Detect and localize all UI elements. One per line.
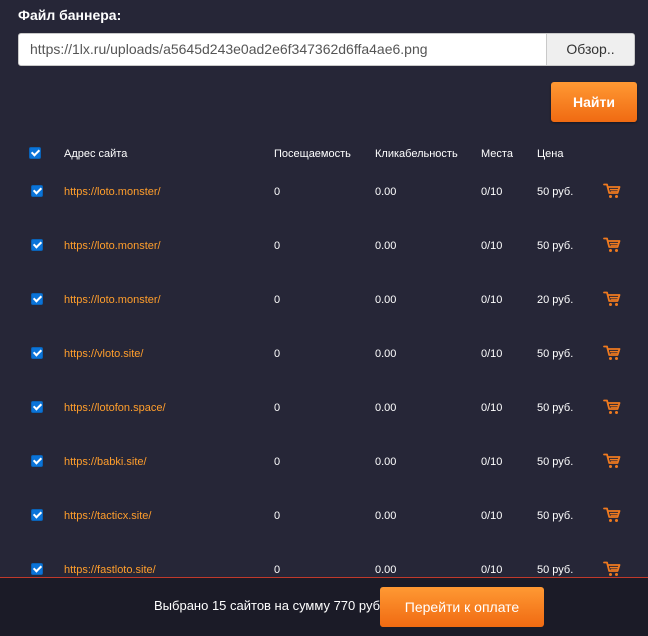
checkout-footer: Выбрано 15 сайтов на сумму 770 руб. Пере… <box>0 577 648 636</box>
slots-value: 0/10 <box>481 294 503 306</box>
row-checkbox[interactable] <box>31 185 43 197</box>
traffic-value: 0 <box>274 402 281 414</box>
row-checkbox[interactable] <box>31 401 43 413</box>
header-ctr: Кликабельность <box>375 148 458 160</box>
ctr-value: 0.00 <box>375 348 397 360</box>
slots-value: 0/10 <box>481 402 503 414</box>
browse-button[interactable]: Обзор.. <box>546 34 634 65</box>
price-value: 50 руб. <box>537 240 574 252</box>
site-link[interactable]: https://loto.monster/ <box>64 185 161 199</box>
banner-file-path[interactable]: https://1lx.ru/uploads/a5645d243e0ad2e6f… <box>30 34 428 65</box>
cart-icon[interactable] <box>603 507 621 523</box>
row-checkbox[interactable] <box>31 347 43 359</box>
table-row: https://tacticx.site/ 0 0.00 0/10 50 руб… <box>0 507 648 529</box>
cart-icon[interactable] <box>603 345 621 361</box>
slots-value: 0/10 <box>481 348 503 360</box>
slots-value: 0/10 <box>481 240 503 252</box>
price-value: 50 руб. <box>537 186 574 198</box>
price-value: 20 руб. <box>537 294 574 306</box>
site-link[interactable]: https://fastloto.site/ <box>64 563 156 577</box>
slots-value: 0/10 <box>481 510 503 522</box>
site-link[interactable]: https://loto.monster/ <box>64 293 161 307</box>
ctr-value: 0.00 <box>375 240 397 252</box>
ctr-value: 0.00 <box>375 402 397 414</box>
header-address: Адрес сайта <box>64 148 128 160</box>
row-checkbox[interactable] <box>31 455 43 467</box>
find-button[interactable]: Найти <box>551 82 637 122</box>
table-row: https://loto.monster/ 0 0.00 0/10 50 руб… <box>0 183 648 205</box>
selection-summary: Выбрано 15 сайтов на сумму 770 руб. <box>154 598 384 613</box>
traffic-value: 0 <box>274 240 281 252</box>
site-link[interactable]: https://lotofon.space/ <box>64 401 166 415</box>
site-link[interactable]: https://loto.monster/ <box>64 239 161 253</box>
price-value: 50 руб. <box>537 510 574 522</box>
cart-icon[interactable] <box>603 399 621 415</box>
row-checkbox[interactable] <box>31 239 43 251</box>
price-value: 50 руб. <box>537 402 574 414</box>
price-value: 50 руб. <box>537 564 574 576</box>
ctr-value: 0.00 <box>375 564 397 576</box>
table-row: https://lotofon.space/ 0 0.00 0/10 50 ру… <box>0 399 648 421</box>
price-value: 50 руб. <box>537 456 574 468</box>
header-slots: Места <box>481 148 513 160</box>
select-all-checkbox[interactable] <box>29 147 41 159</box>
table-row: https://babki.site/ 0 0.00 0/10 50 руб. <box>0 453 648 475</box>
cart-icon[interactable] <box>603 291 621 307</box>
traffic-value: 0 <box>274 294 281 306</box>
cart-icon[interactable] <box>603 453 621 469</box>
table-row: https://loto.monster/ 0 0.00 0/10 20 руб… <box>0 291 648 313</box>
traffic-value: 0 <box>274 510 281 522</box>
site-link[interactable]: https://vloto.site/ <box>64 347 143 361</box>
ctr-value: 0.00 <box>375 456 397 468</box>
row-checkbox[interactable] <box>31 509 43 521</box>
header-traffic: Посещаемость <box>274 148 351 160</box>
cart-icon[interactable] <box>603 561 621 577</box>
ctr-value: 0.00 <box>375 186 397 198</box>
slots-value: 0/10 <box>481 186 503 198</box>
traffic-value: 0 <box>274 186 281 198</box>
cart-icon[interactable] <box>603 237 621 253</box>
header-price: Цена <box>537 148 564 160</box>
banner-file-label: Файл баннера: <box>18 7 122 23</box>
slots-value: 0/10 <box>481 456 503 468</box>
traffic-value: 0 <box>274 564 281 576</box>
site-link[interactable]: https://babki.site/ <box>64 455 147 469</box>
traffic-value: 0 <box>274 456 281 468</box>
table-row: https://vloto.site/ 0 0.00 0/10 50 руб. <box>0 345 648 367</box>
proceed-to-payment-button[interactable]: Перейти к оплате <box>380 587 544 627</box>
slots-value: 0/10 <box>481 564 503 576</box>
banner-file-input[interactable]: https://1lx.ru/uploads/a5645d243e0ad2e6f… <box>18 33 635 66</box>
traffic-value: 0 <box>274 348 281 360</box>
price-value: 50 руб. <box>537 348 574 360</box>
ctr-value: 0.00 <box>375 510 397 522</box>
ctr-value: 0.00 <box>375 294 397 306</box>
row-checkbox[interactable] <box>31 293 43 305</box>
row-checkbox[interactable] <box>31 563 43 575</box>
site-link[interactable]: https://tacticx.site/ <box>64 509 151 523</box>
table-row: https://loto.monster/ 0 0.00 0/10 50 руб… <box>0 237 648 259</box>
cart-icon[interactable] <box>603 183 621 199</box>
